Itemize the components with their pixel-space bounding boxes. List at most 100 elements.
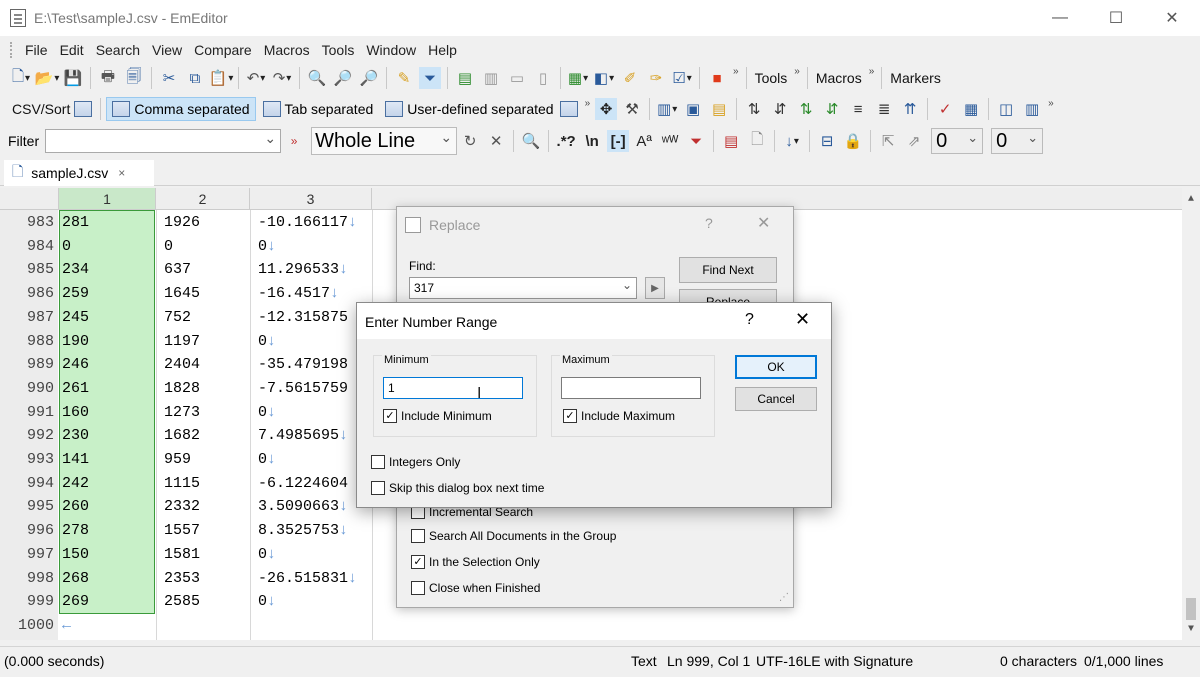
cell-col-3[interactable]: -6.1224604: [258, 475, 348, 492]
doc-tab-samplej[interactable]: 🗋 sampleJ.csv ×: [4, 160, 154, 186]
csv-sort-label[interactable]: CSV/Sort: [8, 101, 74, 117]
cell-col-1[interactable]: 246: [62, 356, 89, 373]
cell-col-3[interactable]: -16.4517↓: [258, 285, 339, 302]
cell-col-3[interactable]: 0↓: [258, 404, 276, 421]
table-row[interactable]: 1000 ←: [0, 615, 1170, 639]
sort-length-icon[interactable]: ≡: [847, 98, 869, 120]
cell-col-3[interactable]: 0↓: [258, 238, 276, 255]
minimize-button[interactable]: —: [1032, 0, 1088, 36]
cell-col-3[interactable]: 8.3525753↓: [258, 522, 348, 539]
cell-col-2[interactable]: 959: [164, 451, 191, 468]
cell-col-1[interactable]: 242: [62, 475, 89, 492]
menu-view[interactable]: View: [146, 42, 188, 58]
cell-col-3[interactable]: 0↓: [258, 546, 276, 563]
find-previous-icon[interactable]: 🔎: [358, 67, 380, 89]
pointer-icon[interactable]: ⇱: [877, 130, 899, 152]
cancel-button[interactable]: Cancel: [735, 387, 817, 411]
scroll-up-icon[interactable]: ▲: [1182, 190, 1200, 208]
lock-icon[interactable]: 🔒: [842, 130, 864, 152]
find-next-icon[interactable]: 🔎: [332, 67, 354, 89]
cell-col-1[interactable]: 234: [62, 261, 89, 278]
sort-numeric-ascending-icon[interactable]: ⇅: [795, 98, 817, 120]
split-columns-icon[interactable]: ◫: [995, 98, 1017, 120]
clear-filter-icon[interactable]: ✕: [485, 130, 507, 152]
match-case-icon[interactable]: Aª: [633, 130, 655, 152]
escape-sequence-icon[interactable]: \n: [581, 130, 603, 152]
column-layout-icon[interactable]: ▥: [656, 98, 678, 120]
new-file-icon[interactable]: 🗋: [10, 67, 32, 89]
number-range-help-button[interactable]: ?: [745, 311, 754, 329]
toolbar-overflow-icon[interactable]: »: [730, 66, 742, 77]
refresh-icon[interactable]: ↻: [459, 130, 481, 152]
csv-overflow-icon[interactable]: »: [582, 98, 594, 109]
comma-separated-button[interactable]: Comma separated: [106, 97, 256, 121]
cell-col-1[interactable]: ←: [62, 617, 71, 634]
cell-col-3[interactable]: -12.315875: [258, 309, 348, 326]
cell-col-3[interactable]: -26.515831↓: [258, 570, 357, 587]
skip-dialog-checkbox[interactable]: Skip this dialog box next time: [371, 481, 544, 495]
advanced-filter-icon[interactable]: 🔍: [520, 130, 542, 152]
cell-col-2[interactable]: 752: [164, 309, 191, 326]
cell-col-1[interactable]: 0: [62, 238, 71, 255]
number-range-icon[interactable]: [-]: [607, 130, 630, 152]
include-maximum-checkbox[interactable]: ✓ Include Maximum: [563, 409, 675, 423]
filter-apply-icon[interactable]: »: [283, 130, 305, 152]
ok-button[interactable]: OK: [735, 355, 817, 379]
cell-col-1[interactable]: 278: [62, 522, 89, 539]
cell-col-1[interactable]: 141: [62, 451, 89, 468]
macros-toolbar-label[interactable]: Macros: [812, 70, 866, 86]
cell-col-2[interactable]: 2332: [164, 498, 200, 515]
cell-col-1[interactable]: 190: [62, 333, 89, 350]
window-list-icon[interactable]: ◧: [593, 67, 615, 89]
cell-col-1[interactable]: 268: [62, 570, 89, 587]
filter-icon[interactable]: ⏷: [419, 67, 441, 89]
cell-col-1[interactable]: 261: [62, 380, 89, 397]
cell-col-1[interactable]: 230: [62, 427, 89, 444]
resize-grip-icon[interactable]: ⋰: [779, 592, 789, 603]
close-button[interactable]: ✕: [1144, 0, 1200, 36]
status-position[interactable]: Ln 999, Col 1: [667, 653, 750, 669]
menu-tools[interactable]: Tools: [316, 42, 361, 58]
integers-only-checkbox[interactable]: Integers Only: [371, 455, 460, 469]
extract-icon[interactable]: ▤: [720, 130, 742, 152]
cell-col-3[interactable]: 0↓: [258, 593, 276, 610]
open-folder-icon[interactable]: 📂: [35, 67, 58, 89]
menu-help[interactable]: Help: [422, 42, 463, 58]
header-row-icon[interactable]: ▤: [708, 98, 730, 120]
column-header-1[interactable]: 1: [59, 188, 156, 210]
find-next-button[interactable]: Find Next: [679, 257, 777, 283]
sort-stable-icon[interactable]: ⇈: [899, 98, 921, 120]
cell-col-2[interactable]: 1197: [164, 333, 200, 350]
maximum-input[interactable]: [561, 377, 701, 399]
csv-more-icon[interactable]: [559, 101, 578, 117]
cell-col-2[interactable]: 1115: [164, 475, 200, 492]
minimum-input[interactable]: 1: [383, 377, 523, 399]
clear-filters-icon[interactable]: ⏷: [685, 130, 707, 152]
number-range-close-button[interactable]: ✕: [795, 309, 810, 330]
frozen-column-icon[interactable]: ▣: [682, 98, 704, 120]
replace-help-button[interactable]: ?: [705, 215, 713, 231]
macro-select-icon[interactable]: ☑: [671, 67, 693, 89]
print-icon[interactable]: 🖶: [97, 67, 119, 89]
highlight-icon[interactable]: ✎: [393, 67, 415, 89]
undo-icon[interactable]: ↶: [245, 67, 267, 89]
sort-length-desc-icon[interactable]: ≣: [873, 98, 895, 120]
cell-col-2[interactable]: 2353: [164, 570, 200, 587]
filter-options-icon[interactable]: ⊟: [816, 130, 838, 152]
join-columns-icon[interactable]: ▥: [1021, 98, 1043, 120]
status-encoding[interactable]: UTF-16LE with Signature: [756, 653, 913, 669]
tools-cross-icon[interactable]: ⚒: [621, 98, 643, 120]
cell-col-3[interactable]: 11.296533↓: [258, 261, 348, 278]
markers-toolbar-label[interactable]: Markers: [886, 70, 945, 86]
include-minimum-checkbox[interactable]: ✓ Include Minimum: [383, 409, 492, 423]
tools-overflow-icon[interactable]: »: [791, 66, 803, 77]
cell-col-2[interactable]: 1645: [164, 285, 200, 302]
cell-col-1[interactable]: 281: [62, 214, 89, 231]
cell-col-2[interactable]: 2585: [164, 593, 200, 610]
filter-input[interactable]: [45, 129, 282, 153]
paste-icon[interactable]: 📋: [209, 67, 232, 89]
cell-col-2[interactable]: 1557: [164, 522, 200, 539]
copy-icon[interactable]: ⧉: [184, 67, 206, 89]
copy-filtered-icon[interactable]: 🗋: [746, 130, 768, 152]
cell-col-2[interactable]: 2404: [164, 356, 200, 373]
